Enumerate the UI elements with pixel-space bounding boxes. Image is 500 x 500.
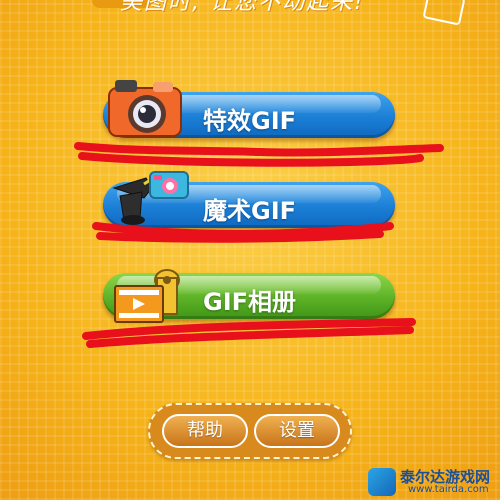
watermark: 泰尔达游戏网 www.tairda.com	[368, 464, 500, 500]
watermark-logo-icon	[368, 468, 396, 496]
camera-icon	[108, 80, 182, 137]
effects-gif-label: 特效GIF	[203, 107, 297, 135]
sticker-icon	[422, 0, 466, 26]
watermark-url: www.tairda.com	[408, 484, 489, 495]
header-banner: 美图时, 让您不动起来!	[120, 0, 365, 14]
magic-gif-label: 魔术GIF	[203, 197, 297, 225]
magic-hat-camera-icon	[112, 171, 189, 225]
help-button[interactable]: 帮助	[162, 414, 248, 448]
gif-album-label: GIF相册	[203, 288, 297, 316]
settings-button[interactable]: 设置	[254, 414, 340, 448]
film-album-icon	[114, 269, 180, 323]
